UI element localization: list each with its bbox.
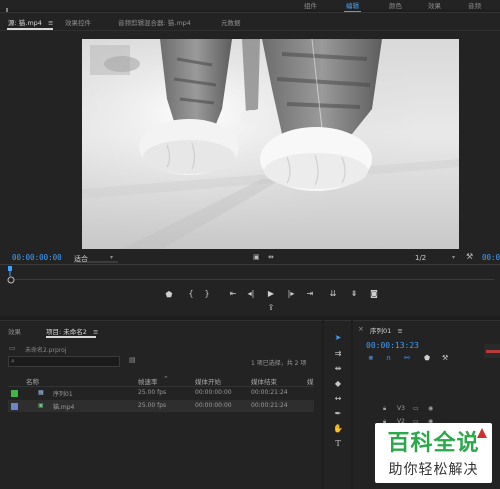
- duration-timecode: 00:00:: [482, 253, 500, 262]
- column-name[interactable]: 名称: [26, 376, 39, 386]
- wrench-icon[interactable]: ⚒: [466, 252, 473, 261]
- label-color-swatch: [11, 390, 18, 397]
- tab-effects[interactable]: 效果: [8, 326, 21, 336]
- snap-icon[interactable]: ∩: [386, 354, 391, 362]
- watermark-badge-icon: [477, 428, 487, 438]
- workspace-tab-assembly[interactable]: 组件: [304, 0, 317, 10]
- play-icon[interactable]: ▶: [265, 289, 277, 298]
- sort-ascending-icon[interactable]: ⌃: [163, 375, 169, 383]
- tools-panel: [324, 320, 351, 489]
- mark-in-icon[interactable]: {: [185, 289, 197, 298]
- row-media-end: 00:00:21:24: [251, 402, 288, 409]
- linked-selection-icon[interactable]: ⚯: [404, 354, 410, 362]
- search-icon: ⌕: [11, 357, 15, 365]
- track-select-tool-icon[interactable]: ⇉: [332, 349, 344, 359]
- tab-source-label: 源: 猫.mp4: [8, 19, 42, 27]
- add-marker-icon[interactable]: ⬟: [424, 354, 430, 362]
- panel-menu-icon[interactable]: ≡: [397, 327, 402, 335]
- step-forward-icon[interactable]: |▸: [285, 289, 297, 298]
- step-back-icon[interactable]: ◂|: [245, 289, 257, 298]
- row-media-start: 00:00:00:00: [195, 389, 232, 396]
- playhead-timecode[interactable]: 00:00:00:00: [12, 253, 62, 262]
- project-file-name: 未命名2.prproj: [25, 347, 67, 354]
- search-input[interactable]: ⌕: [8, 356, 120, 367]
- overwrite-icon[interactable]: ⇟: [348, 289, 360, 298]
- sequence-icon: ▦: [38, 389, 44, 396]
- selection-info: 1 项已选择，共 2 项: [251, 360, 307, 367]
- type-tool-icon[interactable]: T: [332, 439, 344, 449]
- tab-divider: [0, 30, 500, 31]
- panel-menu-icon[interactable]: ≡: [48, 19, 53, 27]
- watermark-title: 百科全说: [387, 431, 480, 456]
- track-row-v3[interactable]: 🔒︎ V3 ▭ ◉: [353, 402, 500, 414]
- watermark-subtitle: 助你轻松解决: [388, 462, 479, 478]
- sync-lock-icon[interactable]: ▭: [413, 405, 419, 412]
- watermark-logo: 百科全说 助你轻松解决: [375, 423, 492, 483]
- insert-icon[interactable]: ⇊: [327, 289, 339, 298]
- row-media-end: 00:00:21:24: [251, 389, 288, 396]
- scrubber-track[interactable]: [14, 279, 494, 280]
- chevron-down-icon: ▾: [452, 254, 456, 261]
- tab-audio-clip-mixer[interactable]: 音频剪辑混合器: 猫.mp4: [118, 17, 191, 27]
- hand-tool-icon[interactable]: ✋: [332, 424, 344, 434]
- close-icon[interactable]: ×: [358, 325, 364, 333]
- go-to-out-icon[interactable]: ⇥: [304, 289, 316, 298]
- new-bin-icon[interactable]: ▤: [129, 356, 136, 364]
- label-color-swatch: [11, 403, 18, 410]
- tab-project[interactable]: 项目: 未命名2 ≡: [46, 326, 98, 336]
- eye-icon[interactable]: ◉: [428, 405, 433, 412]
- table-row[interactable]: ▣ 猫.mp4 25.00 fps 00:00:00:00 00:00:21:2…: [8, 400, 314, 412]
- trim-icon[interactable]: ⇹: [268, 253, 274, 261]
- lock-icon[interactable]: 🔒︎: [383, 405, 386, 413]
- panel-menu-icon[interactable]: ≡: [93, 328, 98, 336]
- chevron-down-icon: ▾: [110, 254, 114, 261]
- zoom-handle[interactable]: [7, 276, 15, 284]
- resolution-dropdown[interactable]: 1/2: [415, 254, 426, 262]
- workspace-tab-effects[interactable]: 效果: [428, 0, 441, 10]
- tab-effect-controls[interactable]: 效果控件: [65, 17, 91, 27]
- row-fps: 25.00 fps: [138, 389, 167, 396]
- nest-icon[interactable]: ⋇: [368, 354, 374, 362]
- wrench-icon[interactable]: ⚒: [442, 354, 448, 362]
- tab-source[interactable]: 源: 猫.mp4 ≡: [8, 17, 53, 27]
- scrubber-top-line: [0, 264, 500, 265]
- table-row[interactable]: ▦ 序列01 25.00 fps 00:00:00:00 00:00:21:24: [8, 387, 314, 399]
- tab-sequence[interactable]: 序列01 ≡: [370, 325, 403, 335]
- video-clip-icon: ▣: [38, 402, 44, 409]
- row-media-start: 00:00:00:00: [195, 402, 232, 409]
- timeline-timecode[interactable]: 00:00:13:23: [366, 341, 419, 350]
- stop-icon[interactable]: ▣: [253, 253, 260, 261]
- workspace-tab-editing[interactable]: 编辑: [344, 0, 361, 12]
- tab-metadata[interactable]: 元数据: [221, 17, 241, 27]
- add-marker-icon[interactable]: ⬟: [163, 290, 175, 299]
- column-media-end[interactable]: 媒体结束: [251, 376, 277, 386]
- export-frame-icon[interactable]: ⇪: [265, 303, 277, 312]
- video-preview[interactable]: [82, 39, 459, 249]
- razor-tool-icon[interactable]: ◆: [332, 379, 344, 389]
- workspace-tab-audio[interactable]: 音频: [468, 0, 481, 10]
- render-bar: [486, 350, 500, 353]
- mark-out-icon[interactable]: }: [201, 289, 213, 298]
- playhead-marker[interactable]: [6, 266, 16, 276]
- camera-icon[interactable]: ◙: [368, 289, 380, 298]
- column-media-more[interactable]: 媒: [307, 376, 314, 386]
- column-media-start[interactable]: 媒体开始: [195, 376, 221, 386]
- workspace-tab-color[interactable]: 颜色: [389, 0, 402, 10]
- row-name: 猫.mp4: [53, 404, 75, 411]
- ripple-edit-tool-icon[interactable]: ⇹: [332, 364, 344, 374]
- tab-sequence-label: 序列01: [370, 327, 392, 335]
- track-label-v3: V3: [397, 405, 405, 412]
- pen-tool-icon[interactable]: ✒: [332, 409, 344, 419]
- row-fps: 25.00 fps: [138, 402, 167, 409]
- selection-tool-icon[interactable]: ➤: [332, 333, 344, 343]
- workspace-bar: 组件 编辑 颜色 效果 音频: [0, 0, 500, 12]
- column-frame-rate[interactable]: 帧速率: [138, 376, 158, 386]
- row-name: 序列01: [53, 391, 73, 398]
- slip-tool-icon[interactable]: ↔: [332, 394, 344, 404]
- folder-icon: ▭: [9, 344, 16, 352]
- active-tab-indicator: [46, 336, 96, 338]
- go-to-in-icon[interactable]: ⇤: [227, 289, 239, 298]
- resolution-label: 1/2: [415, 254, 427, 262]
- tab-project-label: 项目: 未命名2: [46, 328, 87, 336]
